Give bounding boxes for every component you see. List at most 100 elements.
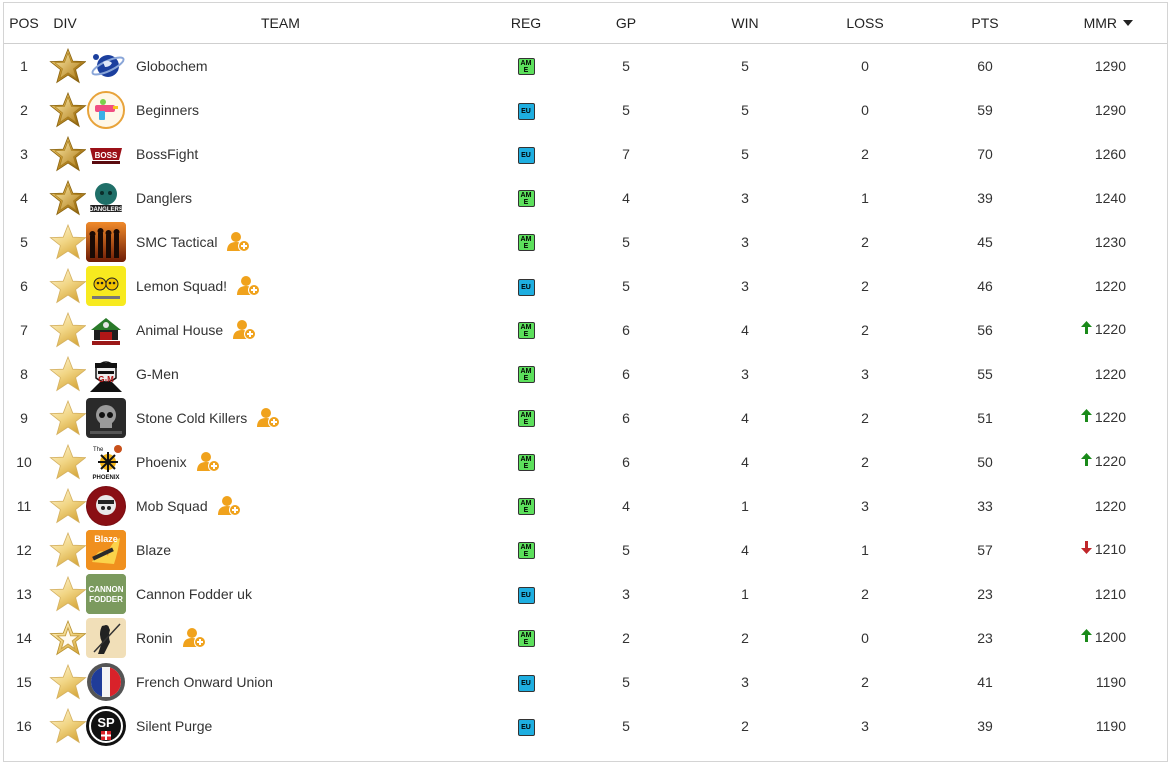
team-cell[interactable]: Lemon Squad!	[86, 264, 486, 308]
team-name-link[interactable]: Danglers	[136, 190, 192, 206]
pos-cell: 9	[20, 410, 28, 426]
team-name-link[interactable]: G-Men	[136, 366, 179, 382]
col-header-win[interactable]: WIN	[686, 3, 804, 44]
team-cell[interactable]: BOSS BossFight	[86, 132, 486, 176]
mmr-value: 1210	[1094, 541, 1126, 558]
team-cell[interactable]: Ronin	[86, 616, 486, 660]
phoenix-logo-icon: The PHOENIX	[86, 442, 126, 482]
loss-cell: 2	[861, 674, 869, 690]
gp-cell: 5	[622, 234, 630, 250]
table-row[interactable]: 9 Stone Cold Killers AM E 6 4 2 51 1220	[4, 396, 1167, 440]
recruiting-user-add-icon[interactable]	[237, 275, 261, 297]
div-cell	[44, 440, 87, 484]
team-name-link[interactable]: Mob Squad	[136, 498, 208, 514]
win-cell: 4	[741, 542, 749, 558]
reg-cell: AM E	[486, 440, 566, 484]
recruiting-user-add-icon[interactable]	[217, 495, 242, 517]
mmr-cell: 1220	[1044, 396, 1167, 440]
table-row[interactable]: 2 Beginners EU 5 5 0 59 1290	[4, 88, 1167, 132]
pos-cell: 8	[20, 366, 28, 382]
division-star-icon	[44, 48, 92, 84]
division-star-icon	[44, 356, 92, 392]
col-header-reg[interactable]: REG	[486, 3, 566, 44]
win-cell: 3	[741, 234, 749, 250]
recruiting-user-add-icon[interactable]	[182, 627, 207, 649]
team-cell[interactable]: Mob Squad	[86, 484, 486, 528]
team-cell[interactable]: SMC Tactical	[86, 220, 486, 264]
table-row[interactable]: 1 Globochem AM E 5 5 0 60 1290	[4, 44, 1167, 89]
region-badge-europe: EU	[517, 147, 535, 164]
region-badge-europe: EU	[517, 719, 535, 736]
table-row[interactable]: 11 Mob Squad AM E 4 1 3 33 1220	[4, 484, 1167, 528]
col-header-div[interactable]: DIV	[44, 3, 86, 44]
team-cell[interactable]: G-M G-Men	[86, 352, 486, 396]
col-header-team[interactable]: TEAM	[86, 3, 486, 44]
loss-cell: 3	[861, 718, 869, 734]
table-row[interactable]: 15 French Onward Union EU 5 3 2 41 1190	[4, 660, 1167, 704]
team-name-link[interactable]: Blaze	[136, 542, 171, 558]
team-cell[interactable]: Blaze Blaze	[86, 528, 486, 572]
win-cell: 5	[741, 102, 749, 118]
recruiting-user-add-icon[interactable]	[196, 451, 221, 473]
reg-cell: AM E	[486, 484, 566, 528]
col-header-pos[interactable]: POS	[4, 3, 44, 44]
team-cell[interactable]: Stone Cold Killers	[86, 396, 486, 440]
table-row[interactable]: 6 Lemon Squad! EU 5 3 2 46 1220	[4, 264, 1167, 308]
pos-cell: 5	[20, 234, 28, 250]
team-name-link[interactable]: BossFight	[136, 146, 198, 162]
recruiting-user-add-icon[interactable]	[227, 231, 251, 253]
team-cell[interactable]: Globochem	[86, 44, 486, 89]
table-row[interactable]: 13 CANNON FODDER Cannon Fodder uk EU 3 1 2 23 121…	[4, 572, 1167, 616]
team-name-link[interactable]: Stone Cold Killers	[136, 410, 247, 426]
loss-cell: 1	[861, 190, 869, 206]
table-row[interactable]: 14 Ronin AM E 2 2 0 23 1200	[4, 616, 1167, 660]
team-name-link[interactable]: Beginners	[136, 102, 199, 118]
team-name-link[interactable]: Phoenix	[136, 454, 187, 470]
table-row[interactable]: 3 BOSS BossFight EU 7 5 2 70 1260	[4, 132, 1167, 176]
reg-cell: AM E	[486, 616, 566, 660]
team-name-link[interactable]: Silent Purge	[136, 718, 212, 734]
team-name-link[interactable]: SMC Tactical	[136, 234, 217, 250]
col-header-loss[interactable]: LOSS	[804, 3, 926, 44]
table-row[interactable]: 4 DANGLERS Danglers AM E 4 3 1 39 1240	[4, 176, 1167, 220]
mmr-value: 1190	[1095, 718, 1126, 734]
region-badge-europe: EU	[517, 675, 535, 692]
team-name-link[interactable]: Globochem	[136, 58, 208, 74]
team-cell[interactable]: Animal House	[86, 308, 486, 352]
mob-squad-logo-icon	[86, 486, 126, 526]
animal-house-logo-icon	[86, 310, 126, 350]
recruiting-user-add-icon[interactable]	[233, 319, 257, 341]
table-row[interactable]: 12 Blaze Blaze AM E 5 4 1 57 1210	[4, 528, 1167, 572]
team-name-link[interactable]: Cannon Fodder uk	[136, 586, 252, 602]
table-row[interactable]: 16 SP Silent Purge EU 5 2 3 39 1190	[4, 704, 1167, 748]
team-cell[interactable]: CANNON FODDER Cannon Fodder uk	[86, 572, 486, 616]
team-name-link[interactable]: Ronin	[136, 630, 173, 646]
col-header-gp[interactable]: GP	[566, 3, 686, 44]
pts-cell: 55	[977, 366, 993, 382]
team-cell[interactable]: The PHOENIX Phoenix	[86, 440, 486, 484]
win-cell: 3	[741, 674, 749, 690]
trend-up-arrow-icon	[1080, 408, 1092, 425]
region-badge-americas: AM E	[517, 365, 535, 383]
trend-down-arrow-icon	[1080, 540, 1092, 557]
div-cell	[44, 528, 87, 572]
reg-cell: AM E	[486, 220, 566, 264]
team-cell[interactable]: DANGLERS Danglers	[86, 176, 486, 220]
col-header-pts[interactable]: PTS	[926, 3, 1044, 44]
table-row[interactable]: 8 G-M G-Men AM E 6 3 3 55 1220	[4, 352, 1167, 396]
team-name-link[interactable]: Animal House	[136, 322, 223, 338]
team-name-link[interactable]: French Onward Union	[136, 674, 273, 690]
team-cell[interactable]: SP Silent Purge	[86, 704, 486, 748]
col-header-mmr[interactable]: MMR	[1044, 3, 1167, 44]
team-name-link[interactable]: Lemon Squad!	[136, 278, 227, 294]
table-row[interactable]: 7 Animal House AM E 6 4 2 56 1220	[4, 308, 1167, 352]
table-row[interactable]: 10 The PHOENIX Phoenix AM E 6 4 2 50 1220	[4, 440, 1167, 484]
division-star-icon	[44, 488, 92, 524]
team-cell[interactable]: Beginners	[86, 88, 486, 132]
team-cell[interactable]: French Onward Union	[86, 660, 486, 704]
table-row[interactable]: 5 SMC Tactical AM E 5 3 2 45 1230	[4, 220, 1167, 264]
division-star-icon	[44, 576, 92, 612]
recruiting-user-add-icon[interactable]	[257, 407, 281, 429]
gp-cell: 4	[622, 190, 630, 206]
win-cell: 4	[741, 454, 749, 470]
